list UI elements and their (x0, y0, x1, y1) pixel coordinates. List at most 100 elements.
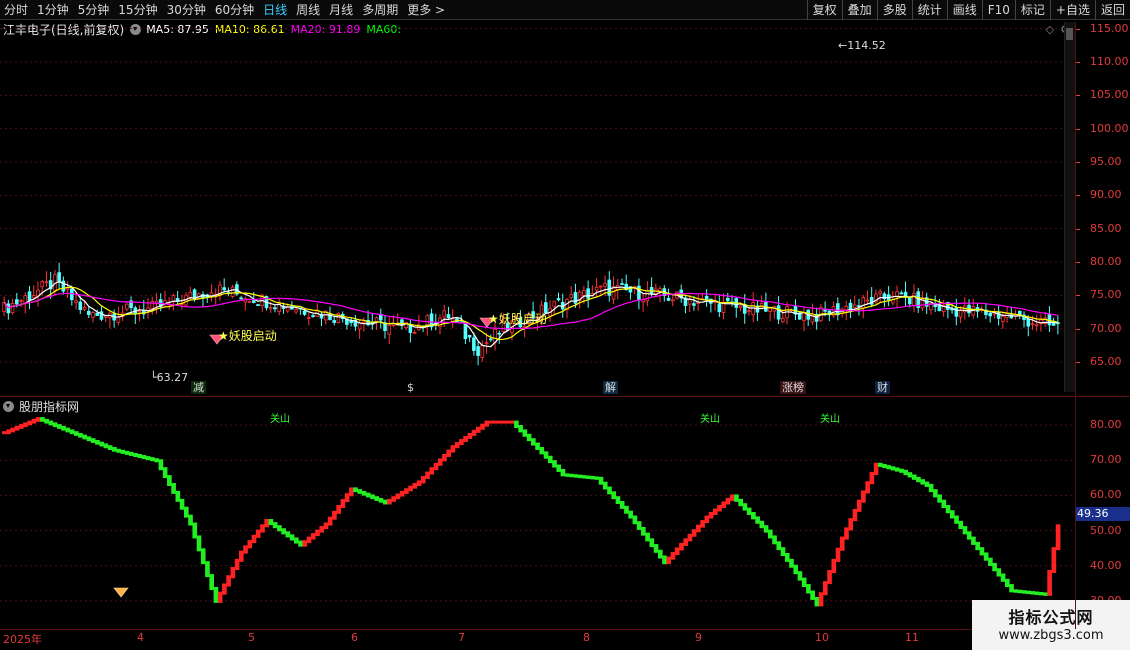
osc-bar (1047, 570, 1052, 596)
candle-body (230, 286, 235, 297)
price-tick: 70.00 (1090, 321, 1122, 335)
candle-body (23, 295, 28, 304)
osc-bar (734, 494, 739, 502)
osc-bar (856, 499, 862, 512)
osc-bar (133, 452, 138, 457)
price-tick: 110.00 (1090, 55, 1129, 68)
osc-bar (137, 454, 143, 459)
low-label: └63.27 (150, 370, 188, 384)
toolbar-button-0[interactable]: 复权 (806, 0, 842, 20)
osc-bar (230, 567, 236, 579)
candle-body (387, 325, 392, 335)
event-tag-dollar[interactable]: $ (405, 381, 416, 394)
candle-body (603, 282, 607, 287)
osc-bar (340, 499, 346, 508)
osc-bar (179, 498, 185, 510)
osc-bar (332, 510, 337, 520)
osc-bar (687, 533, 693, 542)
osc-bar (531, 438, 536, 446)
period-tab-5[interactable]: 60分钟 (215, 0, 254, 20)
scrollbar-thumb[interactable] (1066, 28, 1073, 40)
osc-bar (560, 468, 566, 477)
toolbar-button-6[interactable]: 标记 (1014, 0, 1050, 20)
osc-bar (577, 474, 583, 479)
period-tab-3[interactable]: 15分钟 (118, 0, 157, 20)
osc-bar (971, 536, 976, 545)
period-tab-10[interactable]: 更多 > (407, 0, 445, 20)
osc-bar (763, 525, 769, 533)
osc-bar (459, 439, 464, 446)
osc-bar (65, 427, 71, 433)
toolbar-button-5[interactable]: F10 (981, 0, 1015, 20)
osc-bar (839, 536, 845, 551)
candle-body (78, 301, 83, 311)
osc-bar (213, 586, 219, 603)
candle-body (103, 315, 108, 318)
osc-bar (294, 537, 299, 544)
osc-bar (378, 497, 384, 503)
candle-body (582, 290, 586, 296)
osc-bar (738, 498, 743, 507)
candle-body (467, 334, 472, 338)
event-tag-rank[interactable]: 涨榜 (780, 381, 806, 394)
period-tab-0[interactable]: 分时 (4, 0, 28, 20)
osc-bar (327, 516, 333, 526)
date-tick: 7 (458, 631, 465, 644)
osc-tick: 50.00 (1090, 523, 1122, 537)
osc-bar (907, 472, 913, 478)
candle-body (6, 303, 11, 314)
osc-bar (992, 562, 997, 572)
osc-bar (975, 541, 980, 551)
osc-bar (52, 422, 58, 428)
osc-bar (289, 534, 295, 541)
event-tag-reduce[interactable]: 减 (191, 381, 206, 394)
osc-bar (484, 420, 490, 427)
toolbar-button-1[interactable]: 叠加 (841, 0, 877, 20)
osc-bar (666, 556, 672, 565)
toolbar-button-2[interactable]: 多股 (876, 0, 912, 20)
candle-body (222, 287, 226, 291)
osc-bar (44, 418, 49, 424)
osc-bar (497, 420, 502, 424)
price-chart[interactable]: ←114.52 └63.27 ★妖股启动 ★妖股启动 (0, 22, 1064, 397)
candle-body (620, 283, 624, 286)
osc-bar (48, 420, 54, 426)
osc-bar (1038, 591, 1044, 596)
toolbar-button-4[interactable]: 画线 (946, 0, 982, 20)
candle-body (692, 303, 696, 306)
oscillator-chart[interactable]: 关山 关山 关山 (0, 397, 1075, 629)
osc-bar (611, 491, 617, 500)
period-tab-1[interactable]: 1分钟 (37, 0, 69, 20)
period-tab-9[interactable]: 多周期 (362, 0, 398, 20)
osc-bar (780, 547, 786, 557)
period-tab-4[interactable]: 30分钟 (167, 0, 206, 20)
price-tick: 65.00 (1090, 355, 1122, 368)
candle-body (86, 310, 91, 315)
osc-bar (704, 515, 710, 524)
osc-bar (806, 584, 811, 594)
event-tag-unlock[interactable]: 解 (603, 381, 618, 394)
osc-bar (382, 499, 388, 505)
osc-bar (767, 529, 773, 539)
period-tab-7[interactable]: 周线 (296, 0, 320, 20)
candle-body (412, 332, 417, 334)
toolbar-button-8[interactable]: 返回 (1094, 0, 1130, 20)
osc-bar (662, 555, 667, 565)
period-tab-2[interactable]: 5分钟 (78, 0, 110, 20)
candle-body (256, 304, 260, 306)
chart-scrollbar[interactable] (1064, 22, 1075, 392)
period-tab-8[interactable]: 月线 (329, 0, 353, 20)
osc-bar (82, 434, 88, 440)
osc-bar (488, 420, 494, 424)
toolbar-button-7[interactable]: +自选 (1049, 0, 1095, 20)
event-tag-finance[interactable]: 财 (875, 381, 890, 394)
osc-bar (742, 503, 748, 511)
osc-bar (911, 474, 917, 480)
osc-bar (315, 529, 320, 537)
candle-body (31, 295, 36, 299)
osc-bar (979, 547, 985, 556)
period-tab-6[interactable]: 日线 (263, 0, 287, 20)
osc-bar (344, 493, 350, 503)
high-label: ←114.52 (838, 39, 886, 52)
toolbar-button-3[interactable]: 统计 (911, 0, 947, 20)
